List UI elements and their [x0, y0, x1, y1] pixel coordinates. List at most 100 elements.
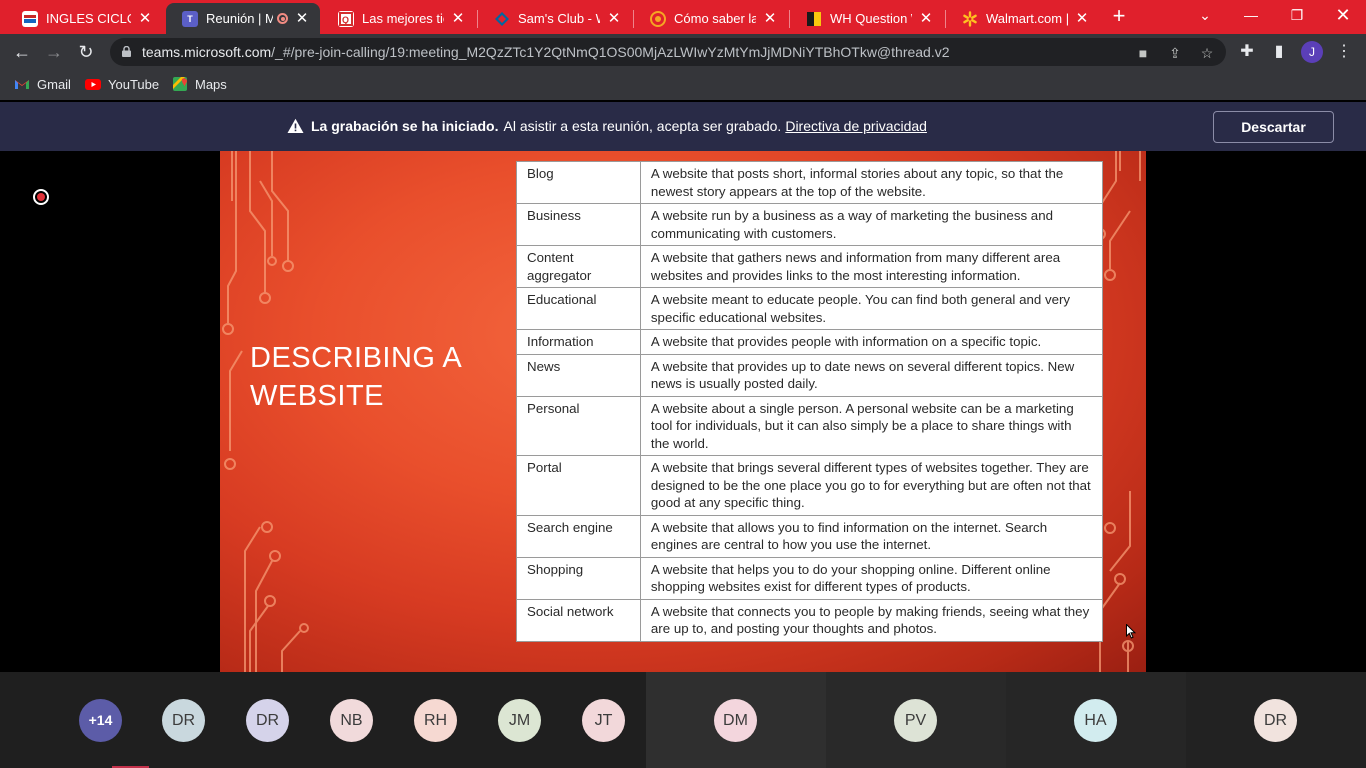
recording-started-text: La grabación se ha iniciado.: [311, 118, 499, 134]
worksheet-favicon-icon: [806, 11, 822, 27]
participant-avatar[interactable]: NB: [330, 699, 373, 742]
recording-consent-text: Al asistir a esta reunión, acepta ser gr…: [503, 118, 782, 134]
description-cell: A website meant to educate people. You c…: [639, 287, 1104, 330]
close-tab-icon[interactable]: ✕: [294, 10, 310, 27]
participant-tile[interactable]: DM: [646, 672, 826, 768]
term-cell: Content aggregator: [516, 245, 641, 288]
participant-tile[interactable]: HA: [1006, 672, 1186, 768]
participant-avatar[interactable]: DR: [162, 699, 205, 742]
term-cell: Business: [516, 203, 641, 246]
close-tab-icon[interactable]: ✕: [450, 10, 466, 27]
participant-avatar[interactable]: JM: [498, 699, 541, 742]
dismiss-button[interactable]: Descartar: [1213, 111, 1334, 143]
extensions-puzzle-icon[interactable]: ✚: [1237, 42, 1257, 62]
privacy-policy-link[interactable]: Directiva de privacidad: [785, 118, 927, 134]
participant-avatar[interactable]: JT: [582, 699, 625, 742]
store-favicon-icon: Q: [338, 10, 354, 27]
back-arrow-icon[interactable]: ←: [10, 40, 34, 64]
description-cell: A website that brings several different …: [639, 455, 1104, 516]
table-row: News A website that provides up to date n…: [516, 353, 1104, 397]
sharepoint-favicon-icon: [22, 10, 38, 27]
close-tab-icon[interactable]: ✕: [606, 10, 622, 27]
browser-tab[interactable]: Sam's Club - Wh ✕: [478, 3, 632, 34]
new-tab-button[interactable]: +: [1108, 5, 1130, 28]
description-cell: A website that allows you to find inform…: [639, 514, 1104, 558]
recording-indicator-icon: [277, 13, 288, 24]
close-tab-icon[interactable]: ✕: [918, 10, 934, 27]
more-participants-button[interactable]: +14: [79, 699, 122, 742]
close-tab-icon[interactable]: ✕: [137, 10, 153, 27]
tab-title: INGLES CICLO 1- l: [46, 11, 131, 26]
table-row: Blog A website that posts short, informal…: [516, 161, 1104, 204]
bookmark-label: YouTube: [108, 76, 160, 92]
share-icon[interactable]: ⇪: [1166, 44, 1184, 62]
side-panel-icon[interactable]: ▮: [1269, 42, 1289, 62]
bookmark-youtube[interactable]: YouTube: [85, 76, 159, 92]
sams-club-favicon-icon: [494, 11, 510, 27]
browser-menu-icon[interactable]: ⋮: [1334, 42, 1354, 62]
term-cell: Search engine: [516, 514, 641, 558]
browser-tab[interactable]: WH Question Wo ✕: [790, 3, 944, 34]
table-row: Information A website that provides peopl…: [516, 329, 1104, 355]
bookmarks-bar: Gmail YouTube Maps: [0, 70, 1366, 100]
tab-search-chevron-icon[interactable]: ⌄: [1182, 0, 1228, 30]
lock-icon[interactable]: [122, 46, 131, 57]
term-cell: Blog: [516, 161, 641, 204]
profile-avatar[interactable]: J: [1301, 41, 1323, 63]
camera-blocked-icon[interactable]: ■: [1134, 44, 1152, 62]
restore-button[interactable]: ❐: [1274, 0, 1320, 30]
shared-content-stage: DESCRIBING A WEBSITE Blog A website that …: [0, 151, 1366, 672]
participant-avatar[interactable]: DR: [246, 699, 289, 742]
term-cell: Information: [516, 329, 641, 355]
browser-tab[interactable]: Q Las mejores tiend ✕: [322, 3, 476, 34]
browser-tab[interactable]: Cómo saber las c ✕: [634, 3, 788, 34]
bookmark-label: Maps: [195, 76, 227, 92]
participant-avatar[interactable]: RH: [414, 699, 457, 742]
url-text[interactable]: teams.microsoft.com/_#/pre-join-calling/…: [142, 44, 950, 60]
url-host: teams.microsoft.com: [142, 44, 272, 60]
term-cell: Educational: [516, 287, 641, 330]
participant-gallery: +14 DR DR NB RH JM JT DM PV HA DR: [0, 672, 1366, 768]
term-cell: Shopping: [516, 556, 641, 600]
presentation-slide: DESCRIBING A WEBSITE Blog A website that …: [220, 151, 1146, 672]
forward-arrow-icon[interactable]: →: [42, 40, 66, 64]
term-cell: Personal: [516, 395, 641, 456]
description-cell: A website that provides up to date news …: [639, 353, 1104, 397]
bookmark-maps[interactable]: Maps: [172, 76, 227, 92]
table-row: Shopping A website that helps you to do y…: [516, 556, 1104, 600]
recording-banner: La grabación se ha iniciado. Al asistir …: [0, 102, 1366, 151]
mouse-cursor-icon: [1126, 624, 1136, 639]
description-cell: A website that gathers news and informat…: [639, 245, 1104, 288]
bookmark-star-icon[interactable]: ☆: [1198, 44, 1216, 62]
article-favicon-icon: [650, 10, 666, 27]
table-row: Search engine A website that allows you t…: [516, 514, 1104, 558]
close-tab-icon[interactable]: ✕: [1074, 10, 1090, 27]
bookmark-gmail[interactable]: Gmail: [14, 76, 71, 92]
participant-tile[interactable]: PV: [826, 672, 1006, 768]
participant-avatar: HA: [1074, 699, 1117, 742]
browser-tab[interactable]: Walmart.com | Sa ✕: [946, 3, 1100, 34]
svg-text:Q: Q: [342, 15, 349, 25]
participant-avatar: DM: [714, 699, 757, 742]
description-cell: A website run by a business as a way of …: [639, 203, 1104, 246]
browser-tab-strip: INGLES CICLO 1- l ✕ T Reunión | Mi ✕ Q L…: [0, 0, 1366, 34]
description-cell: A website about a single person. A perso…: [639, 395, 1104, 456]
reload-icon[interactable]: ↻: [74, 40, 98, 64]
tab-title: Las mejores tiend: [362, 11, 444, 26]
tab-title: Reunión | Mi: [206, 11, 273, 26]
browser-tab-active[interactable]: T Reunión | Mi ✕: [166, 3, 320, 34]
close-tab-icon[interactable]: ✕: [762, 10, 778, 27]
youtube-icon: [85, 79, 101, 90]
recording-notice: La grabación se ha iniciado. Al asistir …: [287, 118, 927, 134]
minimize-button[interactable]: —: [1228, 0, 1274, 30]
warning-icon: [287, 118, 304, 133]
table-row: Educational A website meant to educate pe…: [516, 287, 1104, 330]
walmart-spark-icon: [962, 10, 978, 27]
address-bar[interactable]: teams.microsoft.com/_#/pre-join-calling/…: [110, 38, 1226, 66]
website-types-table: Blog A website that posts short, informal…: [516, 161, 1104, 642]
participant-tile[interactable]: DR: [1186, 672, 1366, 768]
term-cell: Social network: [516, 598, 641, 642]
slide-title: DESCRIBING A WEBSITE: [250, 342, 461, 412]
close-window-button[interactable]: ✕: [1320, 0, 1366, 30]
browser-tab[interactable]: INGLES CICLO 1- l ✕: [6, 3, 163, 34]
